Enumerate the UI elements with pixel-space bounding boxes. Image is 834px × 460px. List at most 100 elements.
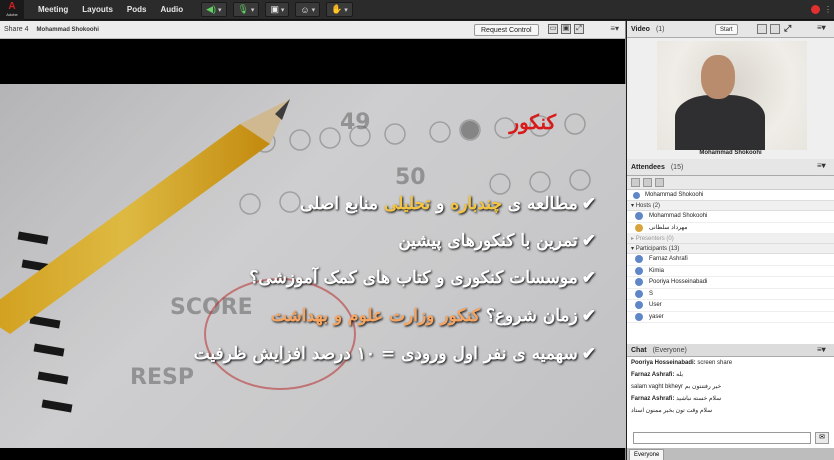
chat-tab-everyone[interactable]: Everyone [629,449,665,460]
attendee-name: Pooriya Hosseinabadi [649,279,708,286]
expand-icon[interactable]: ⤢ [784,23,791,34]
chevron-down-icon: ▾ [309,6,316,14]
chat-sender: Farnaz Ashrafi: [631,372,675,378]
attendees-title: Attendees [631,163,665,171]
chevron-down-icon: ▾ [278,6,285,14]
check-icon: ✔ [581,344,596,364]
participants-group-label: Participants (13) [635,245,680,252]
expand-icon[interactable]: ⤢ [574,24,584,34]
bullet-4-highlight: کنکور وزارت علوم و بهداشت [270,306,480,326]
attendee-name: User [649,302,662,309]
camera-button[interactable]: ▣ ▾ [265,2,290,17]
filmstrip-view-icon[interactable] [770,24,780,34]
menu-meeting[interactable]: Meeting [38,5,68,14]
menu-pods[interactable]: Pods [127,5,147,14]
fit-width-icon[interactable]: ▭ [548,24,558,34]
chat-title: Chat [631,346,647,354]
bullet-4-before: زمان شروع؟ [479,306,578,326]
chat-sender: Farnaz Ashrafi: [631,396,675,402]
slide-bullet-4: ✔زمان شروع؟ کنکور وزارت علوم و بهداشت [271,306,596,326]
video-pod-title: Video [631,25,650,33]
pod-options-icon[interactable]: ≡▾ [817,345,826,354]
raise-hand-button[interactable]: ✋ ▾ [326,2,353,17]
presenters-group-header[interactable]: ▸ Presenters (0) [627,234,834,244]
full-screen-icon[interactable]: ▣ [561,24,571,34]
pod-options-icon[interactable]: ≡▾ [817,161,826,170]
chat-message: salam vaght bkheyr خیر رفتنتون بم [627,381,834,393]
video-area: Mohammad Shokoohi [627,38,834,176]
webcam-caption: Mohammad Shokoohi [699,150,762,156]
attendee-row[interactable]: yaser [627,312,834,323]
webcam-video [657,41,807,150]
chevron-down-icon: ▾ [216,6,222,14]
slide-bullet-3: ✔موسسات کنکوری و کتاب های کمک آموزشی؟ [249,268,596,288]
current-user-name: Mohammad Shokoohi [645,192,704,198]
attendees-toolbar [627,176,834,190]
shared-slide: 49 50 SCORE RESP کنکور ✔مطالعه ی چندباره… [0,84,626,448]
bullet-5-text: سهمیه ی نفر اول ورودی = ۱۰ درصد افزایش ظ… [193,344,578,364]
attendee-name: S [649,290,654,297]
attendee-name: Kimia [649,267,665,274]
menu-audio[interactable]: Audio [160,5,183,14]
chevron-down-icon: ▾ [248,6,255,14]
chat-pod-header: Chat (Everyone) ≡▾ [627,344,834,357]
attendee-row[interactable]: Farnaz Ashrafi [627,254,834,266]
chat-message: Farnaz Ashrafi: سلام خسته نباشید [627,393,834,405]
menu-layouts[interactable]: Layouts [82,5,113,14]
user-icon [635,289,643,298]
more-icon[interactable]: ⋮ [824,5,832,14]
record-indicator-icon[interactable] [811,5,820,14]
attendee-row[interactable]: Pooriya Hosseinabadi [627,277,834,289]
participants-group-header[interactable]: ▾ Participants (13) [627,244,834,254]
chevron-down-icon: ▾ [342,6,348,14]
chat-message: سلام وقت تون بخیر ممنون استاد [627,405,834,417]
video-pod-header: Video (1) Start ⤢ ≡▾ [627,21,834,38]
share-pod-header: Share 4 Mohammad Shokoohi Request Contro… [0,21,625,39]
status-button[interactable]: ☺ ▾ [295,2,321,17]
bullet-3-text: موسسات کنکوری و کتاب های کمک آموزشی؟ [249,268,578,288]
grid-view-icon[interactable] [757,24,767,34]
microphone-button[interactable]: 🎙 ▾ [232,2,260,17]
speaker-button[interactable]: ◀) ▾ [201,2,227,17]
pod-options-icon[interactable]: ≡▾ [610,24,619,33]
group-view-icon[interactable] [643,178,652,187]
share-pod-title: Share 4 [4,26,29,33]
status-view-icon[interactable] [655,178,664,187]
attendee-row[interactable]: S [627,289,834,300]
send-message-button[interactable]: ✉ [815,432,829,444]
chat-input[interactable] [633,432,811,444]
bullet-1-highlight-1: چندباره [450,194,502,214]
user-icon [633,191,640,199]
attendees-count: (15) [670,163,684,171]
hosts-group-label: Hosts (2) [635,202,661,209]
adobe-logo-text: Adobe [6,12,18,17]
adobe-logo-mark: A [8,1,16,12]
attendee-row[interactable]: Kimia [627,266,834,277]
pod-options-icon[interactable]: ≡▾ [817,23,826,32]
request-control-button[interactable]: Request Control [474,24,539,36]
list-view-icon[interactable] [631,178,640,187]
speaker-icon: ◀) [206,4,217,14]
share-pod: Share 4 Mohammad Shokoohi Request Contro… [0,21,626,460]
check-icon: ✔ [581,194,596,214]
chat-text: بله [676,372,683,378]
bullet-1-mid: و [430,194,451,214]
chat-message: Farnaz Ashrafi: بله [627,369,834,381]
user-icon [635,212,643,221]
chat-message: Pooriya Hosseinabadi: screen share [627,357,834,369]
current-user-row[interactable]: Mohammad Shokoohi [627,190,834,201]
hand-icon: ✋ [331,4,343,14]
start-video-button[interactable]: Start [715,24,738,35]
chat-tab-bar: Everyone [627,448,834,460]
webcam-person-body [675,95,765,150]
attendee-row[interactable]: مهرداد سلطانی [627,223,834,234]
attendee-row[interactable]: Mohammad Shokoohi [627,211,834,223]
send-icon: ✉ [819,434,825,441]
presenter-name: Mohammad Shokoohi [36,26,99,33]
slide-bullet-5: ✔سهمیه ی نفر اول ورودی = ۱۰ درصد افزایش … [194,344,596,364]
hosts-group-header[interactable]: ▾ Hosts (2) [627,201,834,211]
person-icon: ☺ [300,4,310,15]
chat-scope: (Everyone) [652,346,687,354]
attendee-row[interactable]: User [627,300,834,312]
presenters-group-label: Presenters (0) [635,235,674,242]
